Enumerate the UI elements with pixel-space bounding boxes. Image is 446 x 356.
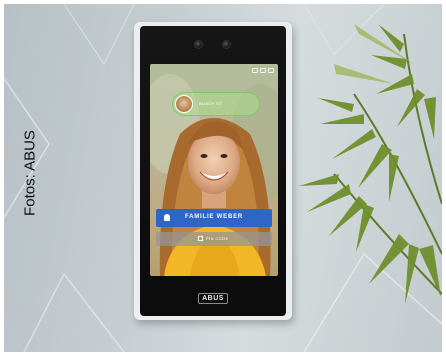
photo-credit-text: Fotos: ABUS	[21, 130, 39, 216]
wifi-icon	[252, 68, 258, 73]
photo-credit: Fotos: ABUS	[21, 118, 39, 228]
touch-screen: BOSCH ST. FAMILIE WEBER PIN CODE	[150, 64, 278, 276]
call-label: BOSCH ST.	[199, 101, 223, 106]
battery-icon	[268, 68, 274, 73]
incoming-call-pill[interactable]: BOSCH ST.	[172, 92, 260, 116]
family-weber-button[interactable]: FAMILIE WEBER	[156, 209, 272, 227]
abus-logo: ABUS	[198, 293, 228, 304]
pin-code-label: PIN CODE	[206, 236, 229, 241]
palm-plant	[299, 24, 442, 304]
sensor-lens-icon	[222, 40, 231, 49]
status-icons	[252, 68, 274, 73]
caller-avatar	[175, 95, 193, 113]
family-name-label: FAMILIE WEBER	[184, 214, 244, 220]
signal-icon	[260, 68, 266, 73]
camera-lens-icon	[194, 40, 203, 49]
pin-code-button[interactable]: PIN CODE	[156, 232, 272, 246]
abus-logo-text: ABUS	[202, 295, 224, 302]
keypad-icon	[198, 236, 203, 241]
